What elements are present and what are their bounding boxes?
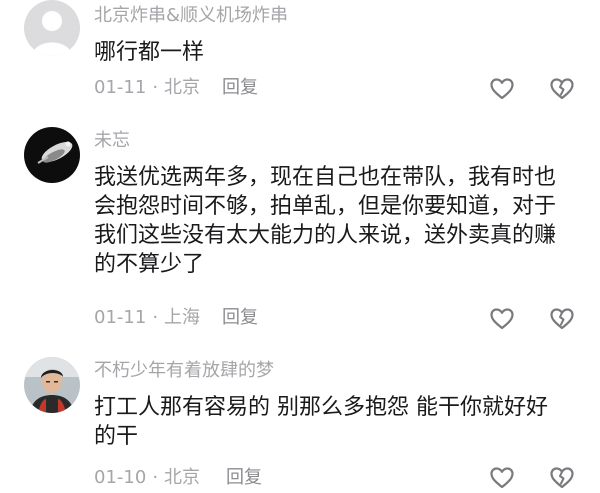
heart-outline-icon bbox=[490, 467, 514, 489]
heart-outline-icon bbox=[490, 78, 514, 100]
comment-date: 01-11 bbox=[94, 77, 147, 98]
dislike-button[interactable] bbox=[549, 306, 575, 332]
like-button[interactable] bbox=[489, 306, 515, 332]
broken-heart-icon bbox=[550, 467, 574, 489]
comment-meta: 01-11 · 上海 bbox=[94, 307, 200, 329]
reply-button[interactable]: 回复 bbox=[222, 307, 258, 329]
comment-date: 01-11 bbox=[94, 307, 147, 328]
comment-username[interactable]: 北京炸串&顺义机场炸串 bbox=[94, 5, 288, 27]
avatar-image bbox=[24, 357, 80, 413]
default-user-icon bbox=[24, 0, 80, 56]
comment-meta: 01-10 · 北京 bbox=[94, 467, 200, 489]
heart-outline-icon bbox=[490, 308, 514, 330]
meta-separator: · bbox=[152, 467, 159, 488]
like-button[interactable] bbox=[489, 76, 515, 102]
reply-button[interactable]: 回复 bbox=[222, 77, 258, 99]
comment-text: 哪行都一样 bbox=[94, 38, 584, 67]
dislike-button[interactable] bbox=[549, 76, 575, 102]
broken-heart-icon bbox=[550, 308, 574, 330]
comment-location: 上海 bbox=[164, 307, 201, 328]
comment-text-line: 哪行都一样 bbox=[94, 40, 205, 65]
avatar[interactable] bbox=[24, 357, 80, 413]
comment-date: 01-10 bbox=[94, 467, 147, 488]
comment-item: 未忘 我送优选两年多，现在自己也在带队，我有时也 会抱怨时间不够，拍单乱，但是你… bbox=[0, 125, 600, 345]
comment-username[interactable]: 未忘 bbox=[94, 130, 130, 152]
comment-text-line: 的不算少了 bbox=[94, 252, 205, 277]
comment-meta: 01-11 · 北京 bbox=[94, 77, 200, 99]
avatar[interactable] bbox=[24, 127, 80, 183]
avatar-default[interactable] bbox=[24, 0, 80, 56]
comment-location: 北京 bbox=[164, 467, 201, 488]
like-button[interactable] bbox=[489, 465, 515, 491]
comment-text-line: 会抱怨时间不够，拍单乱，但是你要知道，对于 bbox=[94, 194, 557, 219]
reply-button[interactable]: 回复 bbox=[226, 467, 262, 489]
comment-text-line: 的干 bbox=[94, 424, 139, 449]
comment-text-line: 我送优选两年多，现在自己也在带队，我有时也 bbox=[94, 165, 557, 190]
comment-location: 北京 bbox=[164, 77, 201, 98]
comment-text-line: 打工人那有容易的 别那么多抱怨 能干你就好好 bbox=[94, 395, 548, 420]
meta-separator: · bbox=[152, 307, 159, 328]
comment-username[interactable]: 不朽少年有着放肆的梦 bbox=[94, 360, 274, 382]
comment-text: 我送优选两年多，现在自己也在带队，我有时也 会抱怨时间不够，拍单乱，但是你要知道… bbox=[94, 163, 584, 279]
comment-item: 北京炸串&顺义机场炸串 哪行都一样 01-11 · 北京 回复 bbox=[0, 0, 600, 120]
meta-separator: · bbox=[152, 77, 159, 98]
avatar-image bbox=[24, 127, 80, 183]
dislike-button[interactable] bbox=[549, 465, 575, 491]
comment-text-line: 我们这些没有太大能力的人来说，送外卖真的赚 bbox=[94, 223, 557, 248]
broken-heart-icon bbox=[550, 78, 574, 100]
comment-text: 打工人那有容易的 别那么多抱怨 能干你就好好 的干 bbox=[94, 393, 584, 451]
comment-item: 不朽少年有着放肆的梦 打工人那有容易的 别那么多抱怨 能干你就好好 的干 01-… bbox=[0, 355, 600, 493]
